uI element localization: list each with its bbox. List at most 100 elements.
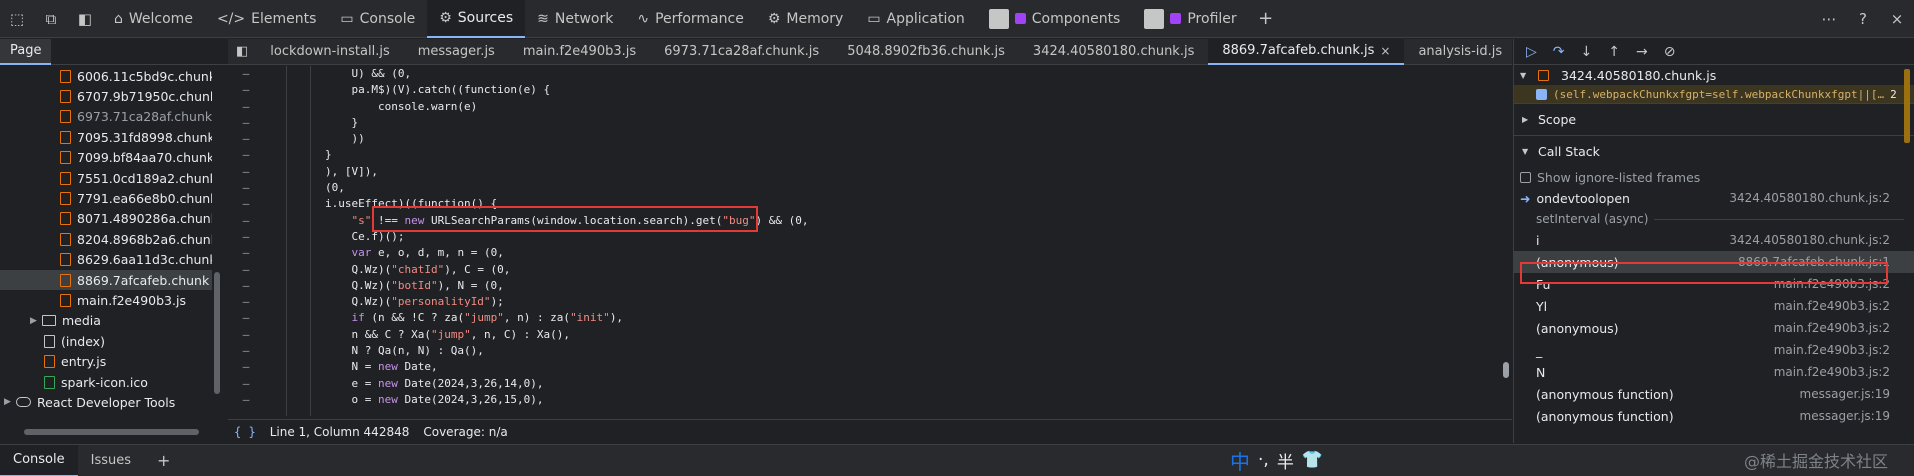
close-icon[interactable]: × (1880, 0, 1914, 38)
drawer-tab-console[interactable]: Console (0, 444, 78, 476)
call-frame-current[interactable]: ➜ ondevtoolopen 3424.40580180.chunk.js:2 (1514, 187, 1914, 209)
gutter-mark[interactable]: – (228, 376, 264, 392)
gutter-mark[interactable]: – (228, 294, 264, 310)
navigator-horizontal-scrollbar[interactable] (24, 429, 199, 435)
tree-item[interactable]: 7551.0cd189a2.chunk (0, 168, 212, 188)
editor-tab[interactable]: 3424.40580180.chunk.js (1019, 39, 1208, 65)
step-into-icon[interactable]: ↓ (1581, 44, 1593, 60)
step-icon[interactable]: → (1636, 44, 1648, 60)
tab-performance[interactable]: ∿ Performance (625, 0, 755, 38)
gutter-mark[interactable]: – (228, 229, 264, 245)
gutter-mark[interactable]: – (228, 327, 264, 343)
gutter-mark[interactable]: – (228, 66, 264, 82)
gutter-mark[interactable]: – (228, 99, 264, 115)
tab-elements[interactable]: </> Elements (205, 0, 328, 38)
tree-item[interactable]: ▶aixfyun-cn-bj.xfyun.cn (0, 413, 212, 416)
tree-item[interactable]: 8204.8968b2a6.chunk (0, 229, 212, 249)
tab-application[interactable]: ▭ Application (855, 0, 976, 38)
editor-tab[interactable]: main.f2e490b3.js (509, 39, 650, 65)
call-frame[interactable]: (anonymous function) messager.js:19 (1514, 383, 1914, 405)
navigator-scrollbar[interactable] (212, 66, 222, 416)
tree-item[interactable]: 6973.71ca28af.chunk (0, 107, 212, 127)
call-frame[interactable]: i 3424.40580180.chunk.js:2 (1514, 229, 1914, 251)
breakpoint-checkbox[interactable] (1536, 88, 1547, 100)
gutter-mark[interactable]: – (228, 196, 264, 212)
call-frame[interactable]: Yl main.f2e490b3.js:2 (1514, 295, 1914, 317)
resume-icon[interactable]: ▷ (1526, 44, 1537, 60)
tree-item[interactable]: (index) (0, 331, 212, 351)
tree-item[interactable]: main.f2e490b3.js (0, 290, 212, 310)
call-frame[interactable]: Nmain.f2e490b3.js:2 (1514, 361, 1914, 383)
help-icon[interactable]: ? (1846, 0, 1880, 38)
gutter-mark[interactable]: – (228, 278, 264, 294)
tree-item[interactable]: entry.js (0, 351, 212, 371)
pretty-print-button[interactable]: { } (234, 425, 256, 439)
editor-tab[interactable]: lockdown-install.js (256, 39, 403, 65)
gutter-mark[interactable]: – (228, 213, 264, 229)
add-drawer-tab-icon[interactable]: + (144, 445, 183, 476)
editor-tab[interactable]: 8869.7afcafeb.chunk.js × (1208, 38, 1405, 65)
tab-console[interactable]: ▭ Console (328, 0, 427, 38)
tab-page[interactable]: Page (0, 38, 52, 65)
toggle-sidebar-icon[interactable]: ◧ (68, 0, 102, 38)
editor-tab[interactable]: analysis-id.js (1404, 39, 1516, 65)
drawer-tab-issues[interactable]: Issues (78, 445, 144, 476)
file-icon (60, 253, 71, 267)
gutter-mark[interactable]: – (228, 82, 264, 98)
chevron-right-icon[interactable]: ▶ (30, 316, 42, 326)
editor-tab[interactable]: 5048.8902fb36.chunk.js (833, 39, 1019, 65)
editor-tab[interactable]: 6973.71ca28af.chunk.js (650, 39, 833, 65)
step-over-icon[interactable]: ↷ (1553, 44, 1565, 60)
deactivate-breakpoints-icon[interactable]: ⊘ (1664, 44, 1676, 60)
gutter-mark[interactable]: – (228, 147, 264, 163)
add-panel-icon[interactable]: + (1249, 0, 1283, 38)
gutter-mark[interactable]: – (228, 115, 264, 131)
code-editor[interactable]: U) && (0, pa.M$)(V).catch((function(e) {… (272, 66, 1500, 416)
gutter-mark[interactable]: – (228, 164, 264, 180)
call-frame[interactable]: (anonymous) main.f2e490b3.js:2 (1514, 317, 1914, 339)
toggle-navigator-icon[interactable]: ◧ (228, 39, 256, 65)
chevron-right-icon[interactable]: ▶ (4, 397, 16, 407)
editor-scrollbar[interactable] (1500, 66, 1512, 416)
more-options-icon[interactable]: ⋯ (1812, 0, 1846, 38)
scope-section[interactable]: ▶ Scope (1514, 103, 1914, 135)
ignore-listed-checkbox[interactable] (1520, 171, 1531, 183)
gutter-mark[interactable]: – (228, 359, 264, 375)
close-tab-icon[interactable]: × (1380, 44, 1390, 58)
tab-profiler[interactable]: Profiler (1132, 0, 1248, 38)
tab-welcome[interactable]: ⌂ Welcome (102, 0, 205, 38)
tree-item[interactable]: 7791.ea66e8b0.chunk (0, 188, 212, 208)
breakpoint-file[interactable]: ▼ 3424.40580180.chunk.js (1514, 65, 1914, 85)
tree-item[interactable]: 6006.11c5bd9c.chunk (0, 66, 212, 86)
tab-network[interactable]: ≋ Network (525, 0, 625, 38)
breakpoint-item[interactable]: (self.webpackChunkxfgpt=self.webpackChun… (1514, 85, 1914, 103)
tree-item[interactable]: 6707.9b71950c.chunk (0, 86, 212, 106)
tab-memory[interactable]: ⚙ Memory (756, 0, 856, 38)
step-out-icon[interactable]: ↑ (1608, 44, 1620, 60)
tree-item[interactable]: 7095.31fd8998.chunk (0, 127, 212, 147)
tab-sources[interactable]: ⚙ Sources (427, 0, 526, 38)
tree-item[interactable]: ▶ React Developer Tools (0, 392, 212, 412)
gutter-mark[interactable]: – (228, 392, 264, 408)
gutter-mark[interactable]: – (228, 180, 264, 196)
ignore-listed-toggle[interactable]: Show ignore-listed frames (1514, 167, 1914, 187)
tree-item[interactable]: spark-icon.ico (0, 372, 212, 392)
call-frame[interactable]: _ main.f2e490b3.js:2 (1514, 339, 1914, 361)
tree-item[interactable]: 8071.4890286a.chunk (0, 209, 212, 229)
tree-item[interactable]: 8869.7afcafeb.chunk (0, 269, 212, 291)
tree-item[interactable]: ▶ media (0, 311, 212, 331)
inspect-element-icon[interactable]: ⬚ (0, 0, 34, 38)
gutter-mark[interactable]: – (228, 343, 264, 359)
tree-item[interactable]: 8629.6aa11d3c.chunk (0, 250, 212, 270)
editor-tab[interactable]: messager.js (404, 39, 509, 65)
gutter-mark[interactable]: – (228, 131, 264, 147)
call-frame[interactable]: (anonymous function) messager.js:19 (1514, 405, 1914, 427)
call-stack-section[interactable]: ▼ Call Stack (1514, 135, 1914, 167)
gutter-mark[interactable]: – (228, 262, 264, 278)
tab-components[interactable]: Components (977, 0, 1133, 38)
tree-item[interactable]: 7099.bf84aa70.chunk (0, 148, 212, 168)
gutter-mark[interactable]: – (228, 245, 264, 261)
gutter-mark[interactable]: – (228, 310, 264, 326)
device-toolbar-icon[interactable]: ⧉ (34, 0, 68, 38)
tree-item-label: 6006.11c5bd9c.chunk (77, 68, 212, 84)
